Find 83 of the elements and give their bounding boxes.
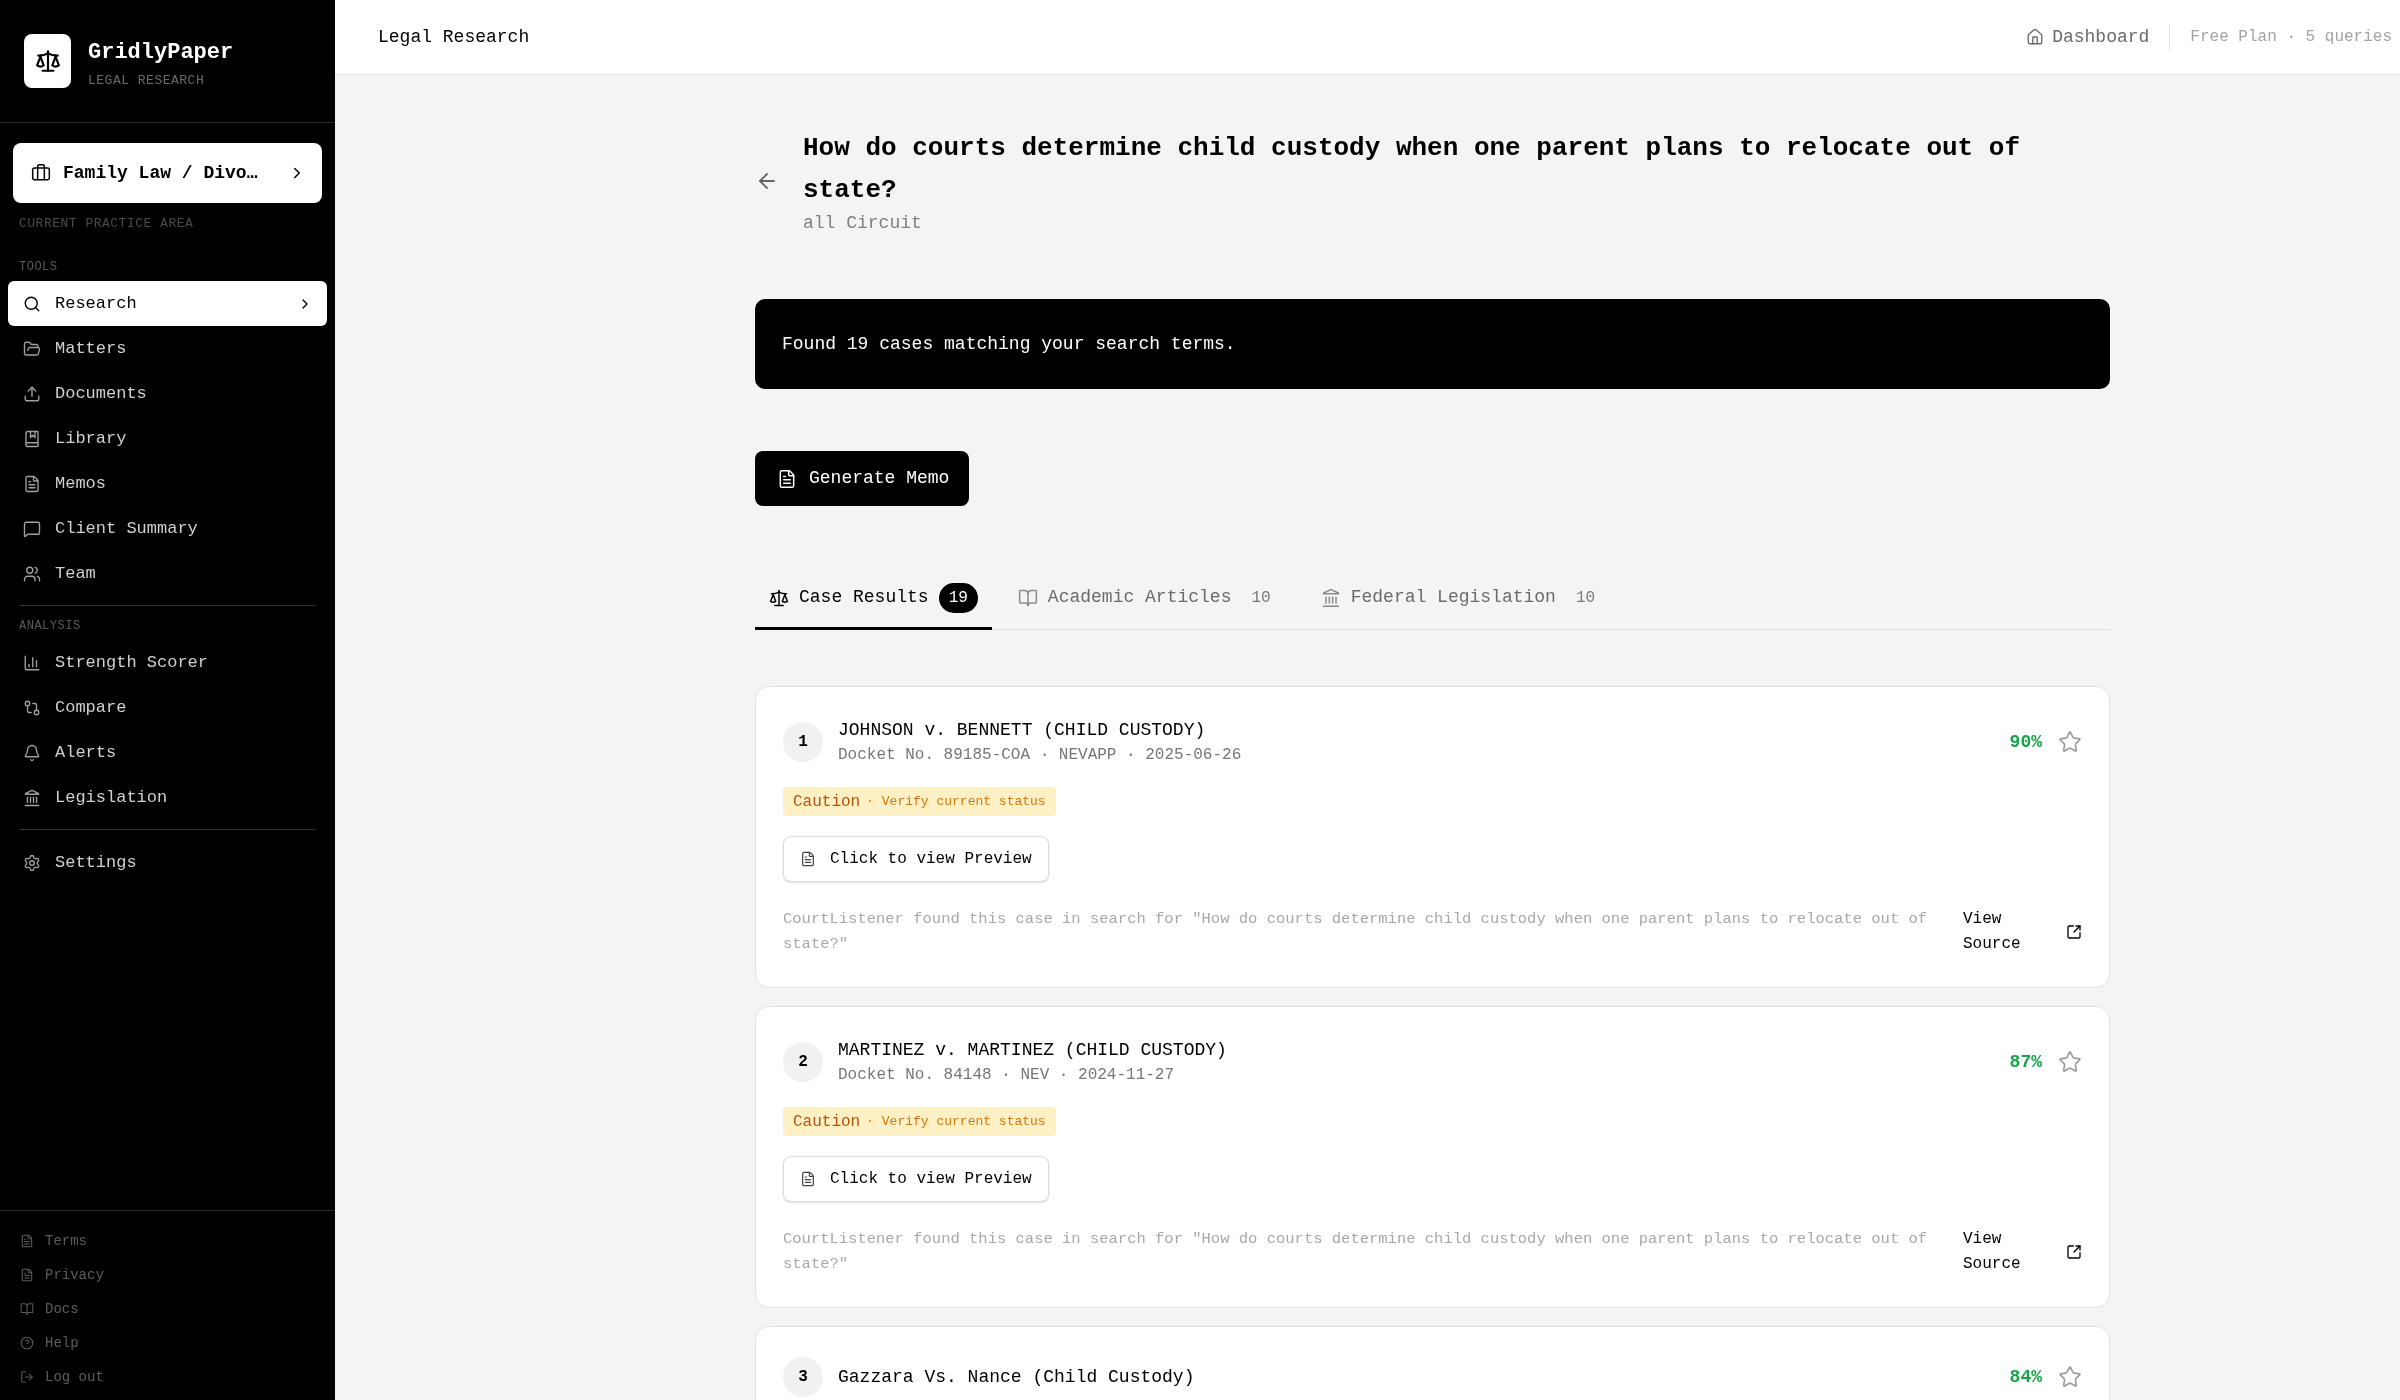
upload-icon bbox=[23, 384, 41, 403]
bell-icon bbox=[23, 743, 41, 762]
sidebar-item[interactable]: Documents bbox=[8, 371, 327, 416]
preview-button[interactable]: Click to view Preview bbox=[783, 1156, 1049, 1202]
open-book-icon bbox=[1017, 587, 1038, 608]
columned-building-icon bbox=[23, 788, 41, 807]
sidebar-item[interactable]: Client Summary bbox=[8, 506, 327, 551]
case-snippet: CourtListener found this case in search for "How do courts determine child custody when one parent plans to relocate out of state?" bbox=[783, 1229, 1929, 1275]
columned-building-icon bbox=[1320, 587, 1341, 608]
open-book-icon bbox=[20, 1302, 34, 1316]
query-title: How do courts determine child custody when one parent plans to relocate out of state? bbox=[803, 132, 2021, 207]
result-count: 10 bbox=[1574, 587, 1597, 609]
document-icon bbox=[23, 474, 41, 493]
match-score: 87% bbox=[2009, 1050, 2042, 1074]
star-icon[interactable] bbox=[2058, 730, 2082, 754]
case-meta: Docket No. 89185-COA · NEVAPP · 2025-06-26 bbox=[838, 745, 1242, 766]
case-snippet: CourtListener found this case in search for "How do courts determine child custody when one parent plans to relocate out of state?" bbox=[783, 909, 1929, 955]
bookmarked-book-icon bbox=[23, 429, 41, 448]
document-icon bbox=[800, 1171, 816, 1187]
generate-memo-button[interactable]: Generate Memo bbox=[755, 451, 970, 506]
case-title[interactable]: MARTINEZ v. MARTINEZ (CHILD CUSTODY) bbox=[838, 1037, 1227, 1063]
sidebar-item[interactable]: Settings bbox=[8, 840, 327, 885]
scales-icon bbox=[769, 587, 789, 608]
practice-area-button[interactable]: Family Law / Divo… bbox=[13, 143, 322, 203]
speech-bubble-icon bbox=[23, 519, 41, 538]
section-heading: ANALYSIS bbox=[18, 618, 82, 634]
case-meta: Docket No. 84148 · NEV · 2024-11-27 bbox=[838, 1065, 1176, 1086]
document-icon bbox=[800, 851, 816, 867]
document-icon bbox=[20, 1234, 34, 1248]
brand-tagline: LEGAL RESEARCH bbox=[88, 73, 206, 89]
sidebar-item[interactable]: Library bbox=[8, 416, 327, 461]
sidebar-item[interactable]: Legislation bbox=[8, 775, 327, 820]
results-banner: Found 19 cases matching your search terms. bbox=[755, 299, 2110, 389]
briefcase-icon bbox=[31, 163, 51, 183]
star-icon[interactable] bbox=[2058, 1050, 2082, 1074]
sidebar-item[interactable]: Research bbox=[8, 281, 327, 326]
sidebar-item[interactable]: Team bbox=[8, 551, 327, 596]
section-heading: TOOLS bbox=[18, 259, 59, 275]
rank-number: 2 bbox=[783, 1042, 823, 1082]
compare-icon bbox=[23, 698, 41, 717]
page-title: Legal Research bbox=[378, 25, 530, 49]
people-icon bbox=[23, 564, 41, 583]
plan-label: Free Plan · 5 queries bbox=[2190, 27, 2392, 48]
document-icon bbox=[777, 468, 797, 489]
settings-icon bbox=[23, 853, 41, 872]
practice-area-caption: CURRENT PRACTICE AREA bbox=[18, 215, 195, 233]
match-score: 84% bbox=[2009, 1365, 2042, 1389]
external-link-icon bbox=[2066, 1244, 2082, 1260]
result-count: 10 bbox=[1250, 587, 1272, 609]
case-title[interactable]: JOHNSON v. BENNETT (CHILD CUSTODY) bbox=[838, 717, 1242, 743]
sidebar-item[interactable]: Compare bbox=[8, 685, 327, 730]
preview-button[interactable]: Click to view Preview bbox=[783, 836, 1049, 882]
status-note: · Verify current status bbox=[866, 1112, 1046, 1131]
external-link-icon bbox=[2066, 924, 2082, 940]
view-source-link[interactable]: View Source bbox=[1963, 907, 2082, 957]
match-score: 90% bbox=[2009, 730, 2042, 754]
search-icon bbox=[23, 294, 41, 313]
tab[interactable]: Federal Legislation 10 bbox=[1306, 568, 1620, 630]
view-source-link[interactable]: View Source bbox=[1963, 1227, 2082, 1277]
help-icon bbox=[20, 1336, 34, 1350]
sidebar-item[interactable]: Strength Scorer bbox=[8, 640, 327, 685]
brand-name: GridlyPaper bbox=[88, 39, 234, 67]
document-icon bbox=[20, 1268, 34, 1282]
tab[interactable]: Academic Articles 10 bbox=[1003, 568, 1295, 630]
rank-number: 3 bbox=[783, 1357, 823, 1397]
tab[interactable]: Case Results 19 bbox=[755, 568, 992, 630]
jurisdiction-label: all Circuit bbox=[803, 212, 923, 235]
home-icon bbox=[2026, 28, 2045, 46]
logout-icon bbox=[20, 1370, 34, 1384]
bar-chart-icon bbox=[23, 653, 41, 672]
status-note: · Verify current status bbox=[866, 792, 1046, 811]
status-label: Caution bbox=[793, 791, 861, 813]
rank-number: 1 bbox=[783, 722, 823, 762]
sidebar-item[interactable]: Matters bbox=[8, 326, 327, 371]
status-label: Caution bbox=[793, 1111, 861, 1133]
folder-icon bbox=[23, 339, 41, 358]
sidebar-item[interactable]: Memos bbox=[8, 461, 327, 506]
dashboard-link[interactable]: Dashboard bbox=[2026, 23, 2150, 51]
sidebar-item[interactable]: Alerts bbox=[8, 730, 327, 775]
result-count: 19 bbox=[938, 582, 978, 613]
scales-logo-icon bbox=[24, 34, 71, 88]
case-title[interactable]: Gazzara Vs. Nance (Child Custody) bbox=[838, 1364, 1195, 1390]
star-icon[interactable] bbox=[2058, 1365, 2082, 1389]
